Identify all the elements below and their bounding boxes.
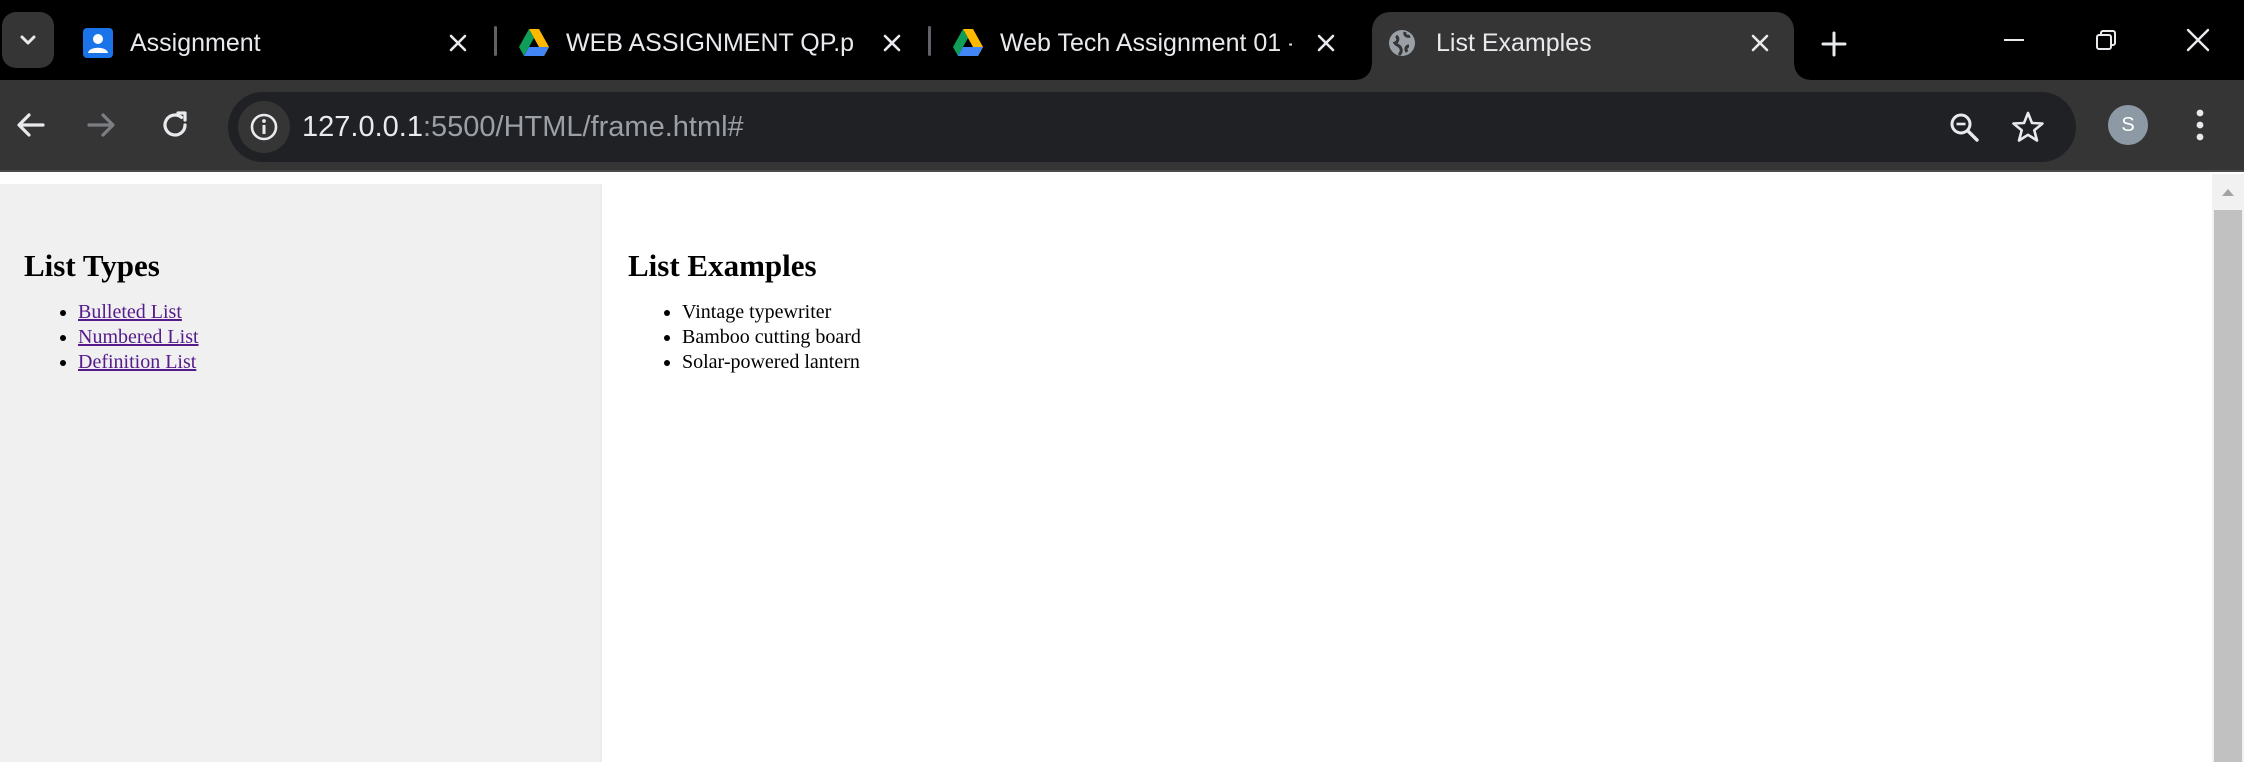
url-text[interactable]: 127.0.0.1:5500/HTML/frame.html# <box>302 109 744 145</box>
content-frame-heading: List Examples <box>628 248 817 283</box>
triangle-up-icon <box>2222 189 2234 196</box>
zoom-out-icon <box>1950 113 1979 142</box>
list-item: Solar-powered lantern <box>682 350 861 375</box>
zoom-button[interactable] <box>1944 107 1984 147</box>
google-drive-icon <box>518 27 550 59</box>
close-icon[interactable] <box>876 27 908 59</box>
more-vertical-icon <box>2196 109 2204 141</box>
address-bar[interactable]: 127.0.0.1:5500/HTML/frame.html# <box>228 92 2076 162</box>
classroom-icon <box>82 27 114 59</box>
site-info-button[interactable] <box>238 101 290 153</box>
back-button[interactable] <box>8 102 54 148</box>
arrow-right-icon <box>87 113 115 137</box>
star-icon <box>2012 111 2044 142</box>
scroll-up-button[interactable] <box>2212 178 2244 206</box>
reload-icon <box>163 111 187 137</box>
scrollbar-thumb[interactable] <box>2214 210 2242 762</box>
url-host: 127.0.0.1 <box>302 111 423 143</box>
browser-menu-button[interactable] <box>2182 102 2218 148</box>
nav-frame-heading: List Types <box>24 248 160 283</box>
new-tab-button[interactable] <box>1812 22 1856 66</box>
list-item: Numbered List <box>78 325 199 350</box>
tab-title: WEB ASSIGNMENT QP.pdf - Google Drive <box>566 29 854 57</box>
tab-web-assignment-qp[interactable]: WEB ASSIGNMENT QP.pdf - Google Drive <box>502 12 926 80</box>
definition-list-link[interactable]: Definition List <box>78 351 196 373</box>
tab-search-button[interactable] <box>2 12 54 68</box>
chevron-down-icon <box>20 35 36 45</box>
info-icon <box>250 113 278 141</box>
globe-icon <box>1386 27 1418 59</box>
plus-icon <box>1821 31 1847 57</box>
close-icon[interactable] <box>1310 27 1342 59</box>
close-icon <box>2186 28 2210 52</box>
close-icon[interactable] <box>1744 27 1776 59</box>
vertical-scrollbar[interactable] <box>2212 174 2244 762</box>
url-path: :5500/HTML/frame.html# <box>422 111 744 143</box>
list-item: Bulleted List <box>78 300 199 325</box>
tab-separator <box>928 26 931 56</box>
bookmark-button[interactable] <box>2008 107 2048 147</box>
minimize-button[interactable] <box>1984 14 2044 66</box>
list-item: Definition List <box>78 350 199 375</box>
tab-title: Web Tech Assignment 01 - Google Drive <box>1000 29 1292 57</box>
browser-toolbar: 127.0.0.1:5500/HTML/frame.html# S <box>0 80 2244 172</box>
list-types-frame: List Types Bulleted List Numbered List D… <box>0 184 600 762</box>
close-window-button[interactable] <box>2168 14 2228 66</box>
avatar[interactable]: S <box>2108 105 2148 145</box>
tab-assignment[interactable]: Assignment <box>66 12 490 80</box>
reload-button[interactable] <box>152 102 198 148</box>
page-viewport: List Types Bulleted List Numbered List D… <box>0 174 2244 762</box>
numbered-list-link[interactable]: Numbered List <box>78 326 199 348</box>
restore-button[interactable] <box>2076 14 2136 66</box>
minimize-icon <box>2004 39 2024 41</box>
list-type-links: Bulleted List Numbered List Definition L… <box>78 300 199 375</box>
tab-list-examples[interactable]: List Examples <box>1356 12 1810 80</box>
restore-icon <box>2096 30 2116 50</box>
example-list: Vintage typewriter Bamboo cutting board … <box>682 300 861 375</box>
google-drive-icon <box>952 27 984 59</box>
tab-strip: Assignment WEB ASSIGNMENT QP.pdf - Googl… <box>0 0 2244 80</box>
bulleted-list-link[interactable]: Bulleted List <box>78 301 182 323</box>
list-examples-frame: List Examples Vintage typewriter Bamboo … <box>602 184 2212 762</box>
tab-web-tech-assignment[interactable]: Web Tech Assignment 01 - Google Drive <box>936 12 1360 80</box>
arrow-left-icon <box>17 113 45 137</box>
list-item: Bamboo cutting board <box>682 325 861 350</box>
list-item: Vintage typewriter <box>682 300 861 325</box>
tab-title: Assignment <box>130 29 261 57</box>
forward-button[interactable] <box>78 102 124 148</box>
tab-title: List Examples <box>1436 29 1592 57</box>
tab-separator <box>494 26 497 56</box>
close-icon[interactable] <box>442 27 474 59</box>
